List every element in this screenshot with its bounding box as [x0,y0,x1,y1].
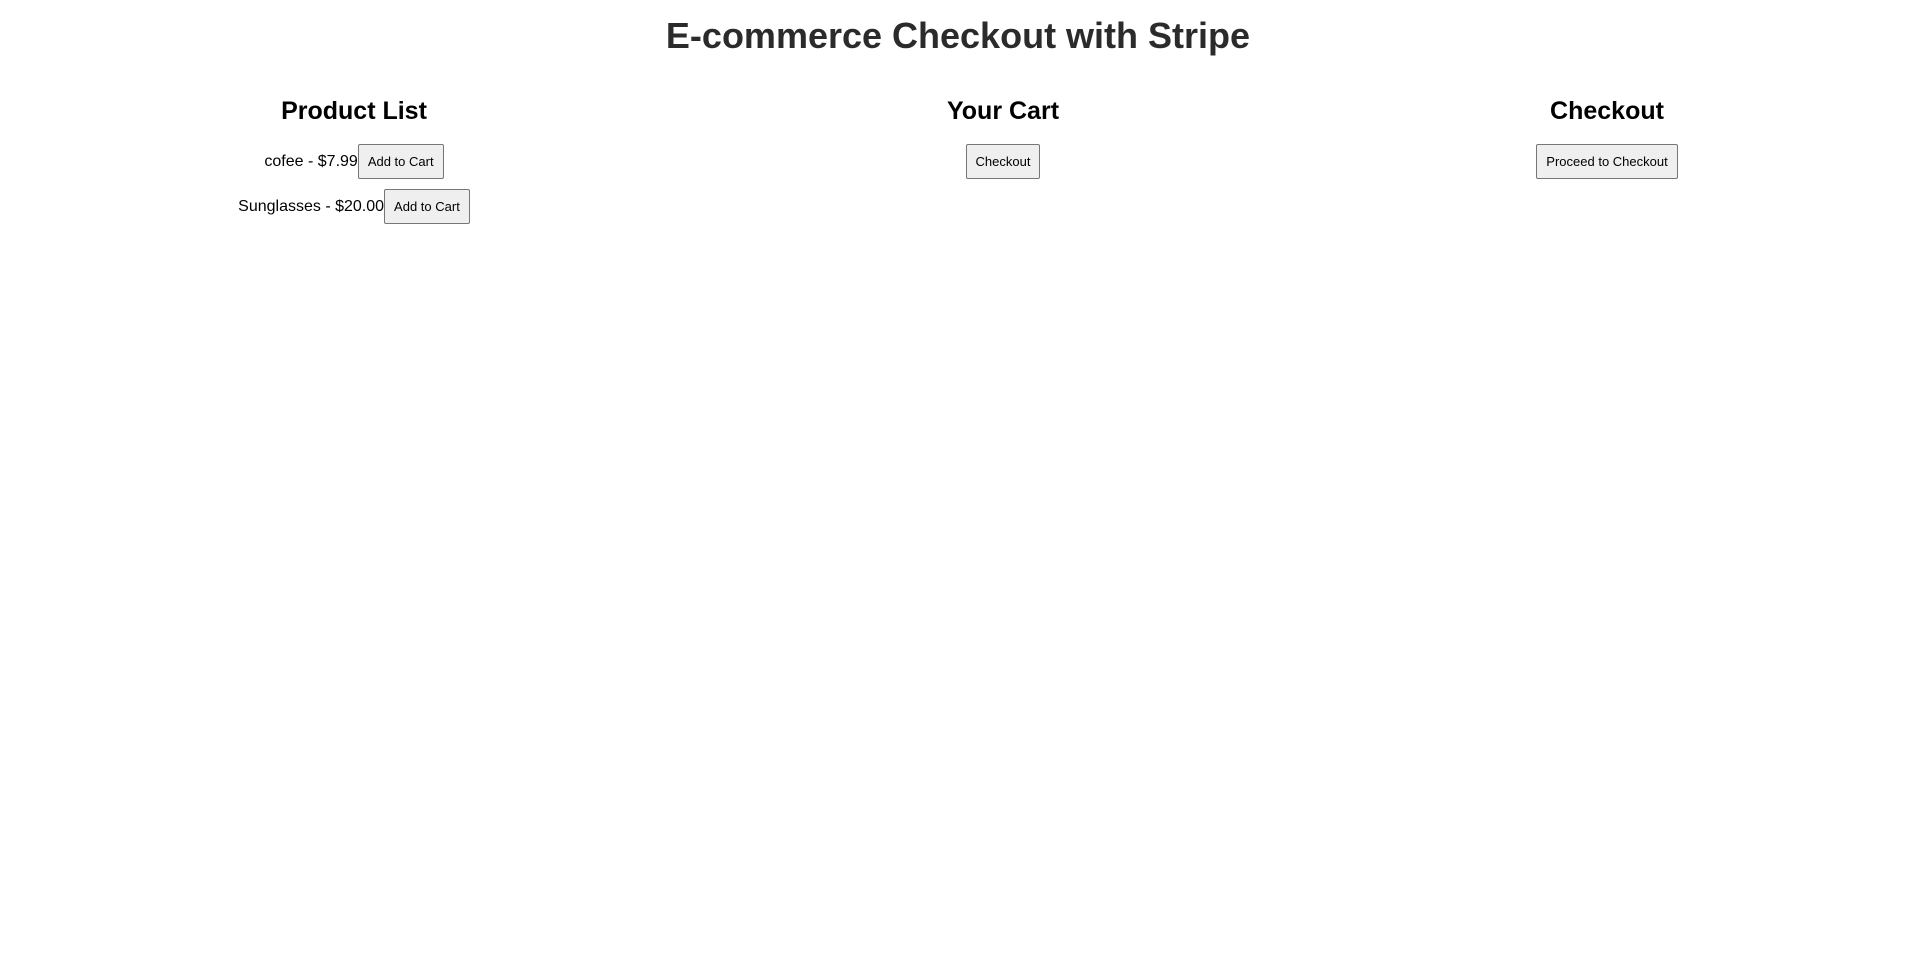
product-list: cofee - $7.99 Add to Cart Sunglasses - $… [0,144,708,224]
cart-actions: Checkout [708,144,1298,179]
checkout-section: Checkout Proceed to Checkout [1298,92,1916,179]
product-row-sunglasses: Sunglasses - $20.00 Add to Cart [0,189,708,224]
cart-heading: Your Cart [946,97,1060,125]
page-title: E-commerce Checkout with Stripe [665,15,1251,56]
product-label: Sunglasses - $20.00 [238,197,385,215]
product-list-section: Product List cofee - $7.99 Add to Cart S… [0,92,708,234]
product-label: cofee - $7.99 [264,152,358,170]
proceed-to-checkout-button[interactable]: Proceed to Checkout [1536,144,1678,179]
checkout-heading: Checkout [1550,97,1664,125]
checkout-actions: Proceed to Checkout [1298,144,1916,179]
add-to-cart-button-cofee[interactable]: Add to Cart [357,144,444,179]
cart-checkout-button[interactable]: Checkout [965,144,1041,179]
cart-section: Your Cart Checkout [708,92,1298,179]
product-row-cofee: cofee - $7.99 Add to Cart [0,144,708,179]
product-list-heading: Product List [281,97,427,125]
add-to-cart-button-sunglasses[interactable]: Add to Cart [384,189,470,224]
